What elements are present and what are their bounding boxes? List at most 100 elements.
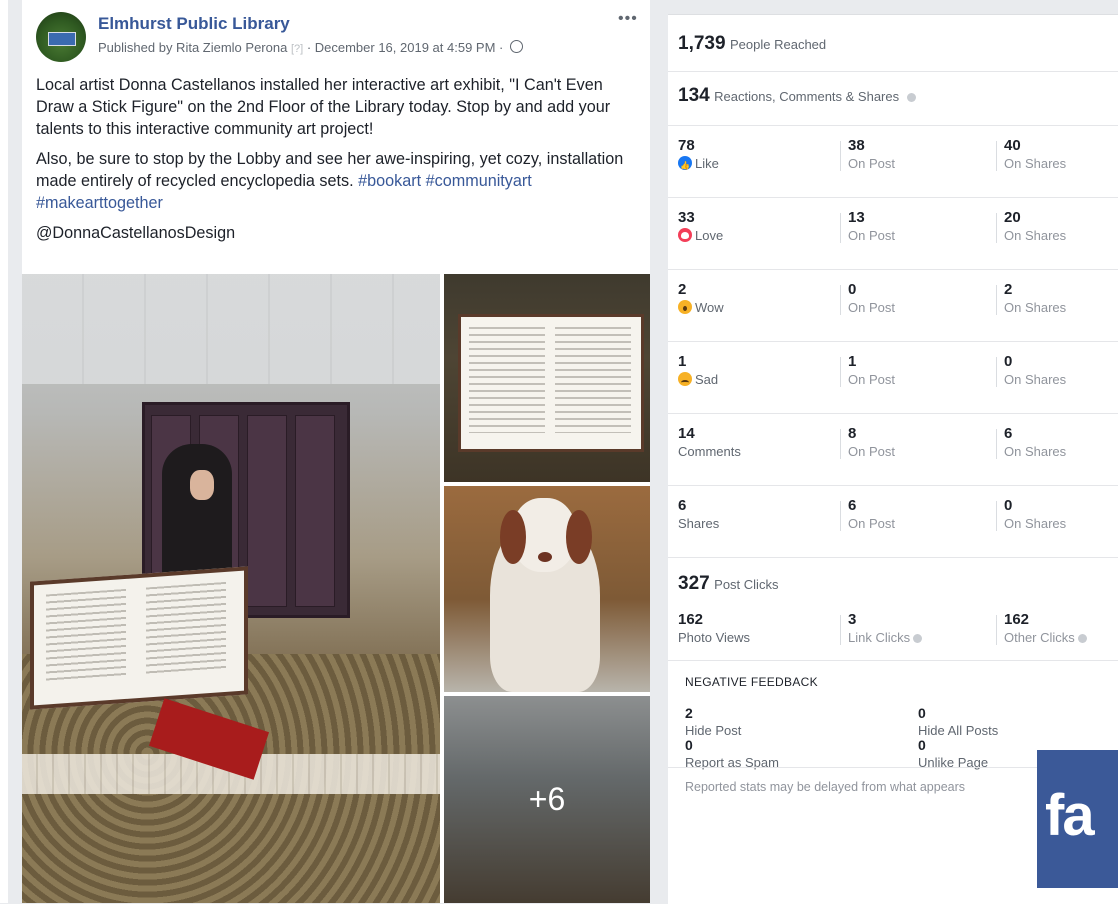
photo-main[interactable] [22, 274, 440, 903]
stat-value: 162 [1004, 611, 1030, 628]
logo-text: fa [1045, 783, 1095, 848]
stat-label: On Shares [1004, 228, 1067, 243]
photo-book-closeup[interactable] [444, 274, 650, 482]
paragraph-2-text: Also, be sure to stop by the Lobby and s… [36, 150, 624, 190]
stat-label: Sad [678, 371, 718, 389]
open-book-graphic [30, 566, 248, 710]
total-stat: 78Like [678, 137, 719, 175]
stat-value: 0 [1004, 497, 1013, 514]
on-shares-stat: 40 On Shares [1004, 137, 1066, 173]
stat-value: 2 [678, 281, 687, 298]
stat-value: 40 [1004, 137, 1021, 154]
info-icon[interactable] [1077, 634, 1087, 643]
stat-label-text: Love [695, 228, 724, 243]
stat-value: 6 [678, 497, 687, 514]
column-divider [996, 429, 997, 459]
page-name-link[interactable]: Elmhurst Public Library [98, 14, 290, 34]
sad-icon [678, 372, 692, 386]
book-page [555, 327, 631, 433]
post-meta: Published by Rita Ziemlo Perona [?] · De… [98, 40, 523, 55]
post-mention: @DonnaCastellanosDesign [36, 224, 236, 242]
hide-all-posts-stat: 0 Hide All Posts [918, 704, 998, 740]
stat-label: Wow [678, 299, 724, 317]
library-sign-graphic [48, 32, 76, 46]
photo-paper-dog[interactable] [444, 486, 650, 692]
stat-label: Other Clicks [1004, 629, 1087, 647]
stat-value: 1 [848, 353, 857, 370]
post-clicks: 327 Post Clicks [678, 573, 1118, 595]
hashtag-link[interactable]: #bookart [358, 172, 421, 190]
column-divider [996, 213, 997, 243]
stat-label: Love [678, 227, 723, 245]
hashtag-link[interactable]: #communityart [426, 172, 532, 190]
stat-label-text: Sad [695, 372, 719, 387]
column-divider [996, 615, 997, 645]
people-reached-value: 1,739 [678, 33, 726, 54]
wow-icon [678, 300, 692, 314]
stat-value: 1 [678, 353, 687, 370]
column-divider [840, 357, 841, 387]
people-reached-label: People Reached [730, 37, 827, 52]
column-divider [996, 141, 997, 171]
stat-label: On Post [848, 156, 895, 171]
more-photos-count: +6 [528, 781, 566, 817]
stat-label: Comments [678, 443, 741, 461]
on-post-stat: 6 On Post [848, 497, 895, 533]
more-options-icon[interactable]: ••• [618, 10, 638, 28]
total-stat: 6 Shares [678, 497, 719, 533]
people-reached: 1,739 People Reached [678, 33, 1118, 55]
on-shares-stat: 20 On Shares [1004, 209, 1066, 245]
stat-label-text: Link Clicks [848, 630, 911, 645]
stat-label: On Post [848, 372, 895, 387]
help-marker[interactable]: [?] [291, 43, 303, 55]
divider [668, 71, 1118, 72]
book-page [469, 327, 545, 433]
stat-label-text: Comments [678, 444, 741, 459]
stat-label-text: Wow [695, 300, 724, 315]
divider [668, 557, 1118, 558]
photo-views-stat: 162 Photo Views [678, 611, 750, 647]
stat-label: On Shares [1004, 372, 1067, 387]
stat-label: On Post [848, 444, 895, 459]
artist-face [190, 470, 214, 500]
divider [668, 341, 1118, 342]
stat-value: 78 [678, 137, 695, 154]
cabinet-door [247, 415, 287, 607]
photo-more-tile[interactable]: +6 [444, 696, 650, 903]
stat-label: Like [678, 155, 719, 175]
column-divider [840, 429, 841, 459]
post-date-link[interactable]: · December 16, 2019 at 4:59 PM · [307, 40, 504, 55]
clipped-book-graphic [458, 314, 644, 452]
ceiling-graphic [22, 274, 440, 384]
love-icon [678, 228, 692, 242]
on-shares-stat: 0 On Shares [1004, 353, 1066, 389]
stat-label: Shares [678, 515, 719, 533]
column-divider [840, 141, 841, 171]
facebook-logo: fa [1037, 750, 1118, 888]
globe-icon [509, 40, 523, 53]
divider [668, 197, 1118, 198]
post-clicks-label: Post Clicks [714, 577, 779, 592]
stat-value: 33 [678, 209, 695, 226]
info-icon[interactable] [913, 634, 923, 643]
on-post-stat: 13 On Post [848, 209, 895, 245]
stat-value: 13 [848, 209, 865, 226]
stat-label: On Post [848, 516, 895, 531]
book-page [146, 581, 226, 678]
stat-value: 0 [918, 737, 926, 753]
stat-value: 20 [1004, 209, 1021, 226]
divider [668, 269, 1118, 270]
total-stat: 2 Wow [678, 281, 724, 317]
stat-value: 2 [1004, 281, 1013, 298]
stat-label: On Shares [1004, 444, 1067, 459]
stat-label: On Shares [1004, 516, 1067, 531]
divider [668, 485, 1118, 486]
page-avatar[interactable] [36, 12, 86, 62]
column-divider [840, 501, 841, 531]
other-clicks-stat: 162 Other Clicks [1004, 611, 1087, 647]
stat-label: On Post [848, 300, 895, 315]
divider [668, 125, 1118, 126]
column-divider [840, 213, 841, 243]
hashtag-link[interactable]: #makearttogether [36, 194, 163, 212]
info-icon[interactable] [906, 93, 916, 102]
